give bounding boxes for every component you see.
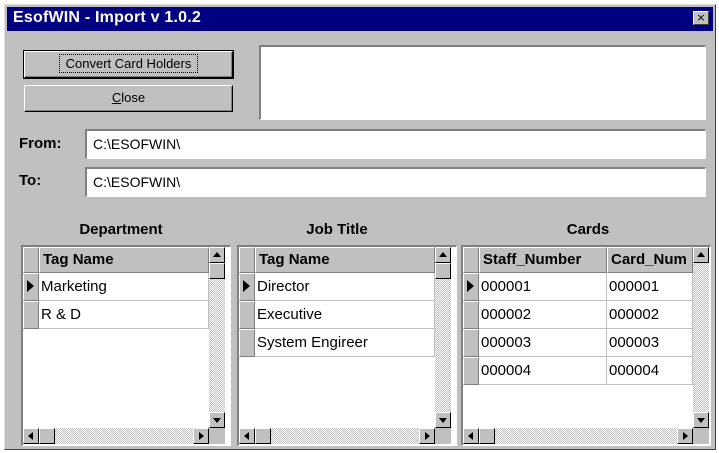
scroll-right-icon[interactable] [677,428,693,444]
scroll-right-icon[interactable] [419,428,435,444]
job-title-grid[interactable]: Tag Name Director Executive System Engiree… [237,245,457,446]
grid-cell[interactable]: R & D [39,301,209,329]
vertical-scrollbar[interactable] [209,247,225,428]
vertical-scrollbar[interactable] [435,247,451,428]
convert-button-label: Convert Card Holders [58,54,199,73]
grid-cell[interactable]: 000004 [479,357,607,385]
horizontal-scrollbar[interactable] [239,428,435,444]
grid-cell[interactable]: 000003 [479,329,607,357]
department-title: Department [79,221,163,238]
row-selector[interactable] [463,357,479,385]
scroll-left-icon[interactable] [463,428,479,444]
column-header-tag-name[interactable]: Tag Name [39,247,209,273]
department-grid[interactable]: Tag Name Marketing R & D [21,245,231,446]
cards-grid[interactable]: Staff_Number Card_Num 000001 000001 000002… [461,245,711,446]
convert-card-holders-button[interactable]: Convert Card Holders [23,50,234,79]
grid-cell[interactable]: 000002 [607,301,693,329]
scroll-corner [693,428,709,444]
scroll-up-icon[interactable] [435,247,451,263]
scroll-down-icon[interactable] [209,412,225,428]
row-selector[interactable] [239,329,255,357]
row-selector[interactable] [463,329,479,357]
close-icon[interactable]: × [693,11,709,25]
current-row-icon [27,280,34,292]
grid-cell[interactable]: 000001 [479,273,607,301]
status-panel [259,45,706,120]
row-selector[interactable] [463,273,479,301]
scroll-thumb[interactable] [209,263,225,279]
scroll-down-icon[interactable] [435,412,451,428]
row-selector[interactable] [23,273,39,301]
to-path-field[interactable]: C:\ESOFWIN\ [85,167,706,197]
scroll-left-icon[interactable] [239,428,255,444]
scroll-right-icon[interactable] [193,428,209,444]
close-button[interactable]: Close [24,85,233,112]
grid-cell[interactable]: Marketing [39,273,209,301]
row-selector[interactable] [239,301,255,329]
window-title: EsofWIN - Import v 1.0.2 [13,9,201,26]
column-header-staff-number[interactable]: Staff_Number [479,247,607,273]
column-header-tag-name[interactable]: Tag Name [255,247,435,273]
import-window: EsofWIN - Import v 1.0.2 × Convert Card … [4,4,716,450]
scroll-corner [435,428,451,444]
grid-cell[interactable]: System Engireer [255,329,435,357]
close-button-label: Close [111,90,146,105]
scroll-left-icon[interactable] [23,428,39,444]
scroll-corner [209,428,225,444]
grid-cell[interactable]: 000002 [479,301,607,329]
scroll-thumb[interactable] [39,428,55,444]
row-selector[interactable] [463,301,479,329]
horizontal-scrollbar[interactable] [23,428,209,444]
header-indicator [23,247,39,273]
job-title-title: Job Title [306,221,368,238]
header-indicator [463,247,479,273]
from-path-field[interactable]: C:\ESOFWIN\ [85,129,706,159]
header-indicator [239,247,255,273]
horizontal-scrollbar[interactable] [463,428,693,444]
scroll-up-icon[interactable] [693,247,709,263]
to-label: To: [19,172,42,189]
title-bar[interactable]: EsofWIN - Import v 1.0.2 × [7,7,713,31]
column-header-card-number[interactable]: Card_Num [607,247,693,273]
row-selector[interactable] [23,301,39,329]
from-label: From: [19,135,62,152]
scroll-thumb[interactable] [479,428,495,444]
scroll-up-icon[interactable] [209,247,225,263]
row-selector[interactable] [239,273,255,301]
grid-cell[interactable]: 000004 [607,357,693,385]
cards-title: Cards [566,221,610,238]
vertical-scrollbar[interactable] [693,247,709,428]
grid-cell[interactable]: Executive [255,301,435,329]
scroll-thumb[interactable] [435,263,451,279]
scroll-down-icon[interactable] [693,412,709,428]
current-row-icon [243,280,250,292]
current-row-icon [467,280,474,292]
grid-cell[interactable]: 000001 [607,273,693,301]
grid-cell[interactable]: Director [255,273,435,301]
scroll-thumb[interactable] [255,428,271,444]
grid-cell[interactable]: 000003 [607,329,693,357]
